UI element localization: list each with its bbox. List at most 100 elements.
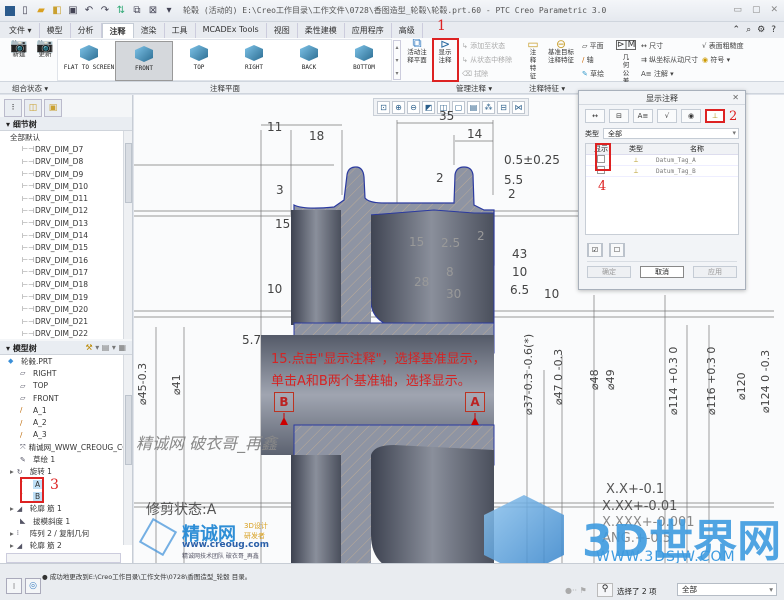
dim-30[interactable]: 30 (446, 287, 461, 301)
help-icon[interactable]: ? (771, 25, 776, 35)
cancel-button[interactable]: 取消 (640, 266, 684, 278)
zoom-in-icon[interactable]: ⊕ (392, 100, 405, 114)
ok-button[interactable]: 确定 (587, 266, 631, 278)
plane-top[interactable]: TOP (170, 41, 228, 81)
close-icon[interactable]: ✕ (770, 5, 778, 15)
select-all-button[interactable]: ☑ (587, 243, 603, 257)
regenerate-icon[interactable]: ⇅ (115, 5, 127, 17)
model-tree-item[interactable]: / A_2 (0, 416, 132, 428)
detail-tree-header[interactable]: ▾ 细节树 (0, 117, 132, 131)
tree-columns-icon[interactable]: ▦ (118, 343, 126, 352)
ordinate-dimension-button[interactable]: ⇉ 纵坐标从动尺寸 (641, 55, 698, 65)
dialog-title-bar[interactable]: 显示注释 ✕ (579, 91, 745, 105)
model-tree-item[interactable]: / A_1 (0, 404, 132, 416)
dim-5-5[interactable]: 5.5 (504, 173, 523, 187)
remove-from-state-button[interactable]: ↳ 从状态中移除 (462, 55, 512, 65)
add-to-state-button[interactable]: ↳ 添加至状态 (462, 41, 505, 51)
model-tree-scrollbar[interactable] (123, 355, 132, 545)
expand-icon[interactable]: ▸ (10, 529, 14, 538)
windows-icon[interactable]: ⧉ (131, 5, 143, 17)
datum-plane-button[interactable]: ▱ 平面 (582, 41, 604, 51)
detail-tree-item[interactable]: ⊢⊣ DRV_DIM_D10 (0, 180, 132, 192)
dialog-tab-symbol[interactable]: ◉ (681, 109, 701, 123)
dialog-tab-datum[interactable]: ⊥ (705, 109, 725, 123)
model-tree-item[interactable]: ✎ 草绘 1 (0, 453, 132, 465)
detail-tree-item[interactable]: ⊢⊣ DRV_DIM_D21 (0, 315, 132, 327)
model-tree-header[interactable]: ▾ 模型树 ⚒ ▾ ▤ ▾ ▦ (0, 341, 132, 355)
find-button[interactable]: ⚲ (597, 583, 613, 597)
dim-dia-49[interactable]: ⌀49 (604, 369, 617, 390)
tab-4[interactable]: 渲染 (134, 23, 165, 38)
dim-dia-45[interactable]: ⌀45-0.3 (136, 363, 149, 405)
dim-dia-47[interactable]: ⌀47 0 -0.3 (552, 349, 565, 405)
model-tree-item[interactable]: ◆ 轮毂.PRT (0, 355, 132, 367)
detail-tree-item[interactable]: ⊢⊣ DRV_DIM_D14 (0, 229, 132, 241)
dim-3[interactable]: 3 (276, 183, 284, 197)
view-manager-icon[interactable]: ▤ (467, 100, 480, 114)
maximize-icon[interactable]: ▢ (752, 5, 761, 15)
plane-right[interactable]: RIGHT (225, 41, 283, 81)
detail-tree-item[interactable]: ⊢⊣ DRV_DIM_D18 (0, 279, 132, 291)
dim-15-left[interactable]: 15 (275, 217, 290, 231)
dim-2-top[interactable]: 2 (436, 171, 444, 185)
model-tree-item[interactable]: ▸ ⁞ 阵列 2 / 复制几何 (0, 527, 132, 539)
dialog-tab-gtol[interactable]: ⊟ (609, 109, 629, 123)
detail-tree-item[interactable]: ⊢⊣ DRV_DIM_D8 (0, 156, 132, 168)
group-manage-annotations[interactable]: 管理注释 ▾ (456, 83, 492, 94)
detail-tree-item[interactable]: ⊢⊣ DRV_DIM_D15 (0, 242, 132, 254)
app-icon[interactable] (5, 5, 15, 16)
model-tree-item[interactable]: ▸ ◢ 轮廓 筋 1 (0, 503, 132, 515)
tree-settings-icon[interactable]: ⚒ (85, 343, 92, 352)
tab-5[interactable]: 工具 (165, 23, 196, 38)
plane-front[interactable]: FRONT (115, 41, 173, 81)
dim-0-5-tol[interactable]: 0.5±0.25 (504, 153, 560, 167)
tab-9[interactable]: 应用程序 (345, 23, 392, 38)
model-tree-item[interactable]: ▱ FRONT (0, 392, 132, 404)
gtol-button[interactable]: ⊳|M 几何公差 (614, 40, 638, 85)
dialog-tab-dimension[interactable]: ↔ (585, 109, 605, 123)
browser-icon[interactable]: ◎ (25, 578, 41, 594)
detail-tree-item[interactable]: ⊢⊣ DRV_DIM_D9 (0, 168, 132, 180)
tab-7[interactable]: 视图 (267, 23, 298, 38)
detail-tree-scrollbar[interactable] (123, 131, 132, 339)
dim-11[interactable]: 11 (267, 120, 282, 134)
collapse-ribbon-icon[interactable]: ⌃ (733, 25, 741, 35)
deselect-all-button[interactable]: ☐ (609, 243, 625, 257)
note-button[interactable]: A≡ 注解 ▾ (641, 69, 674, 79)
tab-0[interactable]: 文件 ▾ (2, 23, 40, 38)
dim-14[interactable]: 14 (467, 127, 482, 141)
dim-18[interactable]: 18 (309, 129, 324, 143)
model-tree-item[interactable]: ▸ ◢ 轮廓 筋 2 (0, 539, 132, 551)
model-tree-tab[interactable]: ⁝ (4, 99, 22, 117)
detail-tree-item[interactable]: ⊢⊣ DRV_DIM_D20 (0, 303, 132, 315)
dim-8[interactable]: 8 (446, 265, 454, 279)
datum-axis-button[interactable]: / 轴 (582, 55, 594, 65)
model-tree-item[interactable]: ◣ 拔模斜度 1 (0, 515, 132, 527)
detail-tree-root[interactable]: 全部默认 (0, 131, 132, 143)
dim-2-inner[interactable]: 2 (477, 229, 485, 243)
dim-15-inner[interactable]: 15 (409, 235, 424, 249)
close-window-icon[interactable]: ⊠ (147, 5, 159, 17)
expand-icon[interactable]: ▸ (10, 504, 14, 513)
model-tree-item[interactable]: ⤧ 精诚网_WWW_CREOUG_COM (0, 441, 132, 453)
dialog-close-icon[interactable]: ✕ (732, 93, 739, 102)
datum-tag-a[interactable]: A (465, 392, 485, 412)
datum-target-feature-button[interactable]: ⊖ 基准目标注释特征 (546, 38, 576, 64)
apply-button[interactable]: 应用 (693, 266, 737, 278)
plane-flat-to-screen[interactable]: FLAT TO SCREEN (60, 41, 118, 81)
layer-tab[interactable]: ◫ (24, 99, 42, 117)
open-icon[interactable]: ▰ (35, 5, 47, 17)
detail-tree-item[interactable]: ⊢⊣ DRV_DIM_D16 (0, 254, 132, 266)
dim-dia-124[interactable]: ⌀124 0 -0.3 (759, 350, 772, 413)
dim-10-right[interactable]: 10 (512, 265, 527, 279)
dialog-tab-note[interactable]: A≡ (633, 109, 653, 123)
group-combined-state[interactable]: 组合状态 ▾ (12, 83, 48, 94)
datum-tag-b[interactable]: B (274, 392, 294, 412)
dim-35[interactable]: 35 (439, 109, 454, 123)
detail-tree-item[interactable]: ⊢⊣ DRV_DIM_D19 (0, 291, 132, 303)
refit-icon[interactable]: ⊡ (377, 100, 390, 114)
tree-filter-icon[interactable]: ▤ (102, 343, 110, 352)
minimize-icon[interactable]: ▭ (733, 5, 742, 15)
dim-dia-48[interactable]: ⌀48 (588, 369, 601, 390)
selection-filter[interactable]: 全部 ▾ (677, 583, 777, 596)
